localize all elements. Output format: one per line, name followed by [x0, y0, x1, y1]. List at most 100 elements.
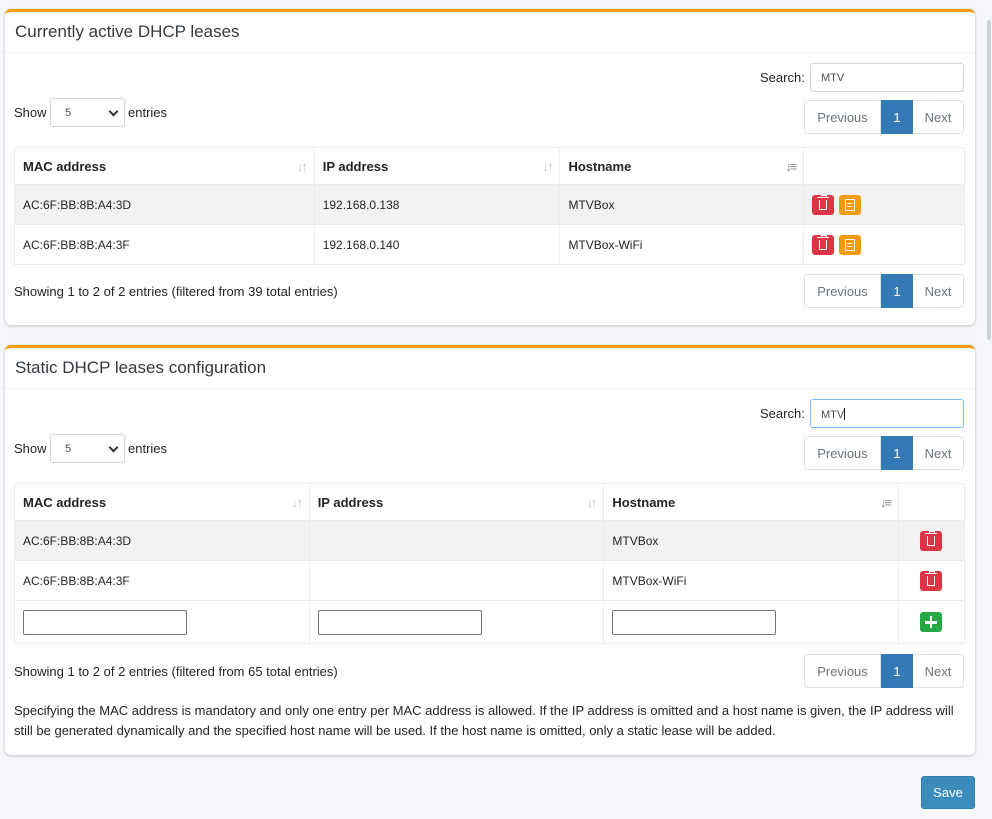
static-leases-table: MAC address ↓↑ IP address ↓↑ Hostname ↓≡… [14, 483, 965, 644]
actions-cell [898, 520, 965, 561]
chevron-down-icon [108, 442, 119, 453]
actions-cell [803, 224, 965, 265]
mac-cell: AC:6F:BB:8B:A4:3D [14, 184, 315, 225]
column-header-label: IP address [322, 158, 389, 174]
new-hostname-input[interactable] [612, 609, 777, 635]
next-page-button[interactable]: Next [913, 100, 964, 134]
add-mac-cell [14, 600, 310, 644]
table-row: AC:6F:BB:8B:A4:3F MTVBox-WiFi [14, 560, 965, 601]
column-header-label: MAC address [23, 494, 107, 510]
column-header-label: Hostname [612, 494, 676, 510]
delete-static-lease-button[interactable] [920, 530, 943, 551]
hostname-cell: MTVBox-WiFi [559, 224, 805, 265]
active-show-label: Show [14, 105, 47, 120]
column-header-mac[interactable]: MAC address ↓↑ [14, 483, 310, 521]
ip-cell: 192.168.0.140 [313, 224, 561, 265]
hostname-cell: MTVBox [603, 520, 900, 561]
sort-icon: ↓↑ [291, 495, 303, 510]
page-1-button[interactable]: 1 [881, 274, 913, 308]
static-entries-value: 5 [65, 443, 72, 455]
active-entries-label: entries [128, 105, 168, 120]
static-leases-help-text: Specifying the MAC address is mandatory … [14, 703, 954, 738]
mac-cell: AC:6F:BB:8B:A4:3F [14, 224, 315, 265]
page-scrollbar[interactable] [986, 0, 992, 819]
sort-icon: ↓↑ [542, 159, 553, 174]
next-page-button[interactable]: Next [913, 436, 964, 470]
static-pager-top: Previous 1 Next [804, 436, 964, 470]
active-table-info: Showing 1 to 2 of 2 entries (filtered fr… [14, 284, 338, 299]
file-import-icon [844, 238, 855, 251]
column-header-hostname[interactable]: Hostname ↓≡ [603, 483, 900, 521]
page-1-button[interactable]: 1 [881, 654, 913, 688]
mac-cell: AC:6F:BB:8B:A4:3D [14, 520, 310, 561]
new-ip-input[interactable] [317, 609, 482, 635]
chevron-down-icon [108, 106, 119, 117]
sort-icon: ↓↑ [296, 159, 308, 174]
ip-cell [308, 560, 605, 601]
active-entries-select[interactable]: 5 [50, 98, 125, 127]
page-1-button[interactable]: 1 [881, 100, 913, 134]
file-import-icon [844, 198, 855, 211]
trash-icon [925, 570, 938, 586]
actions-cell [803, 184, 965, 225]
page-1-button[interactable]: 1 [881, 436, 913, 470]
column-header-ip[interactable]: IP address ↓↑ [308, 483, 605, 521]
static-table-info: Showing 1 to 2 of 2 entries (filtered fr… [14, 664, 338, 679]
active-leases-table: MAC address ↓↑ IP address ↓↑ Hostname ↓≡… [14, 147, 965, 265]
static-entries-label: entries [128, 441, 168, 456]
static-search-input[interactable]: MTV [810, 399, 964, 428]
add-hostname-cell [603, 600, 900, 644]
active-leases-card: Currently active DHCP leases Search: MTV… [5, 9, 975, 325]
next-page-button[interactable]: Next [913, 274, 964, 308]
table-row: AC:6F:BB:8B:A4:3D 192.168.0.138 MTVBox [14, 184, 965, 225]
mac-cell: AC:6F:BB:8B:A4:3F [14, 560, 310, 601]
active-search-value: MTV [821, 72, 845, 84]
active-pager-top: Previous 1 Next [804, 100, 964, 134]
previous-page-button[interactable]: Previous [804, 100, 881, 134]
column-header-mac[interactable]: MAC address ↓↑ [14, 147, 315, 185]
add-row [14, 600, 965, 644]
make-static-button[interactable] [838, 234, 861, 255]
trash-icon [817, 234, 830, 250]
sort-ascending-icon: ↓≡ [785, 159, 797, 174]
column-header-ip[interactable]: IP address ↓↑ [313, 147, 561, 185]
add-ip-cell [308, 600, 605, 644]
page-scrollbar-thumb[interactable] [987, 20, 991, 340]
previous-page-button[interactable]: Previous [804, 654, 881, 688]
static-pager-bottom: Previous 1 Next [804, 654, 964, 688]
static-leases-title: Static DHCP leases configuration [15, 358, 267, 377]
active-entries-value: 5 [65, 107, 72, 119]
new-mac-input[interactable] [23, 609, 187, 635]
save-button[interactable]: Save [921, 776, 975, 809]
active-leases-title: Currently active DHCP leases [15, 22, 240, 41]
text-caret [844, 408, 846, 420]
previous-page-button[interactable]: Previous [804, 274, 881, 308]
column-header-actions [803, 147, 965, 185]
static-entries-select[interactable]: 5 [50, 434, 125, 463]
delete-static-lease-button[interactable] [920, 570, 943, 591]
column-header-hostname[interactable]: Hostname ↓≡ [559, 147, 805, 185]
delete-lease-button[interactable] [812, 234, 835, 255]
make-static-button[interactable] [838, 194, 861, 215]
column-header-actions [898, 483, 965, 521]
hostname-cell: MTVBox-WiFi [603, 560, 900, 601]
table-row: AC:6F:BB:8B:A4:3D MTVBox [14, 520, 965, 561]
hostname-cell: MTVBox [559, 184, 805, 225]
actions-cell [898, 560, 965, 601]
active-search-input[interactable]: MTV [810, 63, 964, 92]
column-header-label: MAC address [23, 158, 107, 174]
column-header-label: Hostname [568, 158, 632, 174]
next-page-button[interactable]: Next [913, 654, 964, 688]
sort-ascending-icon: ↓≡ [879, 495, 892, 510]
delete-lease-button[interactable] [812, 194, 835, 215]
static-search-label: Search: [760, 406, 805, 421]
static-leases-header: Static DHCP leases configuration [5, 348, 975, 389]
plus-icon [925, 617, 938, 628]
static-show-label: Show [14, 441, 47, 456]
previous-page-button[interactable]: Previous [804, 436, 881, 470]
ip-cell [308, 520, 605, 561]
trash-icon [817, 194, 830, 210]
ip-cell: 192.168.0.138 [313, 184, 561, 225]
add-static-lease-button[interactable] [920, 612, 943, 632]
static-leases-card: Static DHCP leases configuration Search:… [5, 345, 975, 755]
